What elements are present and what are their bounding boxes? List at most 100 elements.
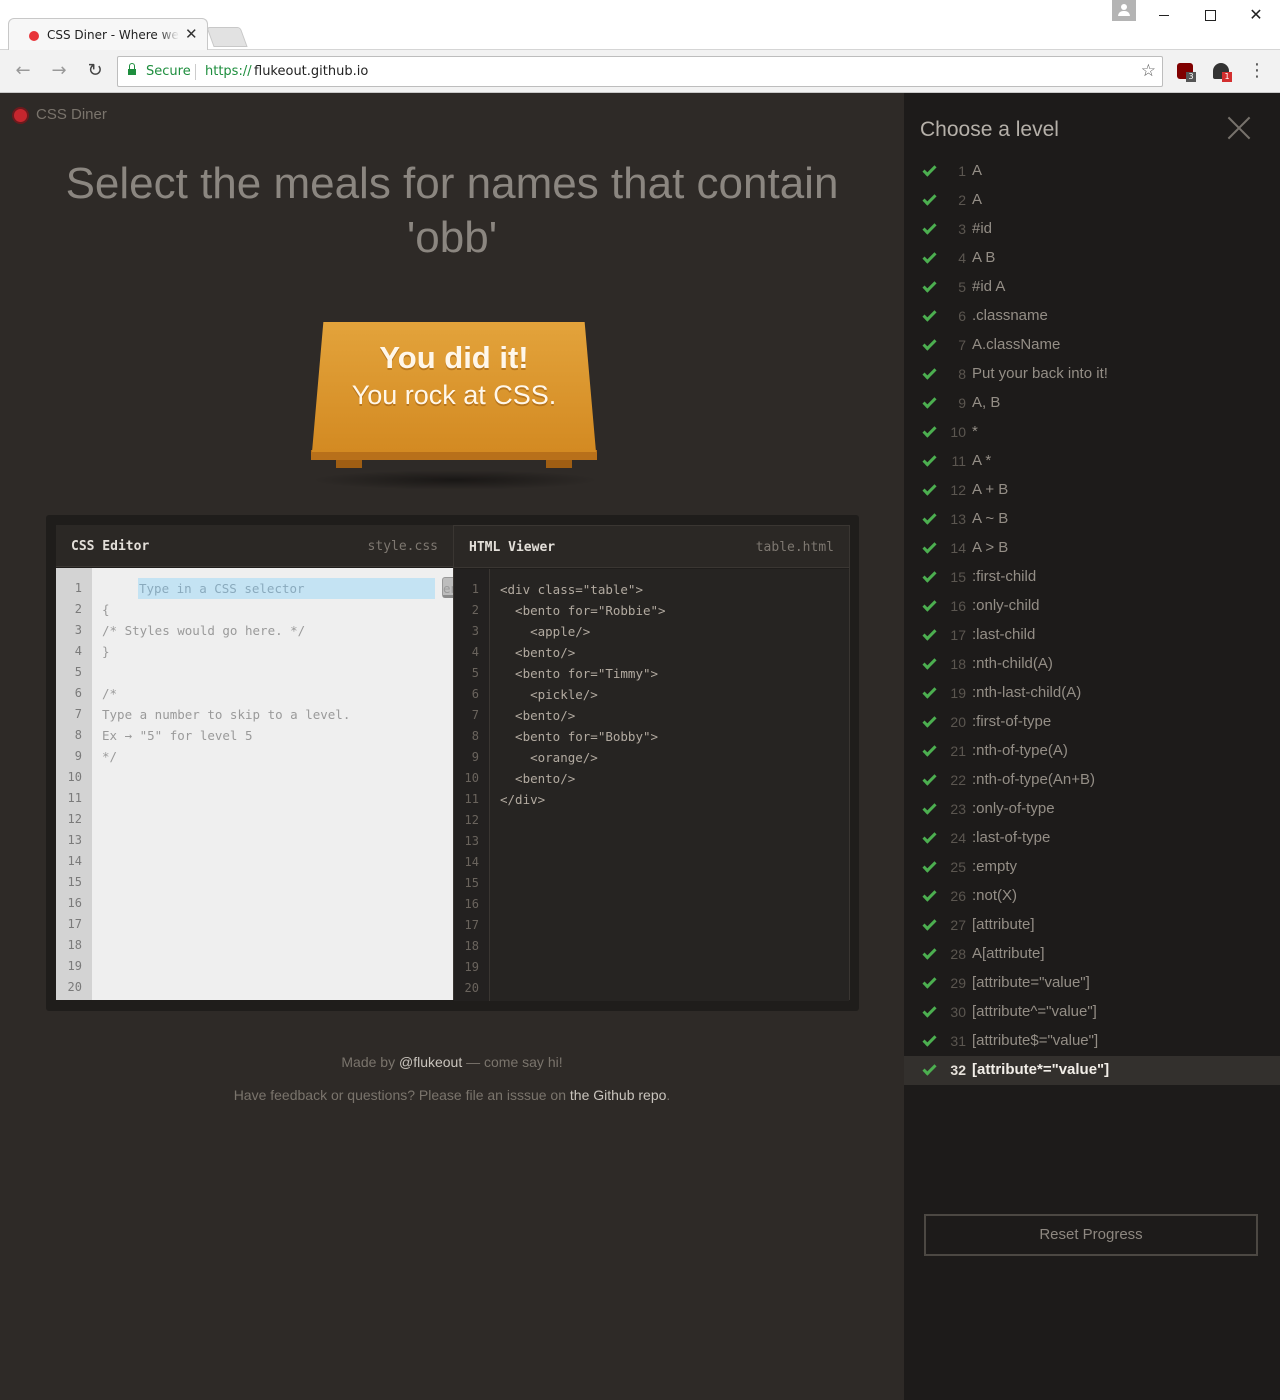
checkmark-icon (922, 162, 937, 177)
level-item-29[interactable]: 29 [attribute="value"] (904, 969, 1280, 998)
html-code-line: <bento for="Bobby"> (500, 729, 659, 744)
level-item-32[interactable]: 32 [attribute*="value"] (904, 1056, 1280, 1085)
github-repo-link[interactable]: the Github repo (570, 1087, 667, 1103)
level-item-18[interactable]: 18:nth-child(A) (904, 650, 1280, 679)
html-line-number: 18 (464, 939, 479, 953)
css-line-number: 9 (74, 749, 82, 763)
level-item-1[interactable]: 1A (904, 157, 1280, 186)
css-code-line: */ (102, 749, 118, 764)
window-maximize-button[interactable] (1196, 4, 1224, 26)
level-item-28[interactable]: 28 A[attribute] (904, 940, 1280, 969)
css-code-line: /* Styles would go here. */ (102, 623, 306, 638)
level-name: [attribute$="value"] (972, 1032, 1099, 1049)
level-number: 15 (950, 569, 966, 585)
checkmark-icon (922, 1032, 937, 1047)
reset-progress-button[interactable]: Reset Progress (924, 1214, 1258, 1256)
level-item-22[interactable]: 22:nth-of-type(An+B) (904, 766, 1280, 795)
ghostery-extension-icon[interactable]: 1 (1213, 63, 1232, 82)
level-item-25[interactable]: 25:empty (904, 853, 1280, 882)
level-name: A ~ B (972, 510, 1009, 527)
level-item-21[interactable]: 21:nth-of-type(A) (904, 737, 1280, 766)
address-bar[interactable]: Secure https:// flukeout.github.io ☆ (117, 56, 1163, 87)
flukeout-link[interactable]: @flukeout (399, 1054, 462, 1070)
level-item-17[interactable]: 17:last-child (904, 621, 1280, 650)
secure-label: Secure (146, 64, 191, 79)
level-item-16[interactable]: 16:only-child (904, 592, 1280, 621)
ublock-extension-icon[interactable]: 3 (1177, 63, 1196, 82)
css-line-number: 4 (74, 644, 82, 658)
checkmark-icon (922, 568, 937, 583)
level-item-26[interactable]: 26:not(X) (904, 882, 1280, 911)
level-name: Put your back into it! (972, 365, 1108, 382)
css-line-number: 7 (74, 707, 82, 721)
level-item-12[interactable]: 12 A + B (904, 476, 1280, 505)
level-name: .classname (972, 307, 1048, 324)
css-line-number: 8 (74, 728, 82, 742)
html-line-number: 10 (464, 771, 479, 785)
checkmark-icon (922, 713, 937, 728)
level-item-9[interactable]: 9 A, B (904, 389, 1280, 418)
level-name: #id (972, 220, 993, 237)
level-item-7[interactable]: 7 A.className (904, 331, 1280, 360)
made-by-prefix: Made by (341, 1054, 399, 1070)
checkmark-icon (922, 510, 937, 525)
new-tab-button[interactable] (206, 27, 248, 47)
level-item-10[interactable]: 10 * (904, 418, 1280, 447)
level-number: 32 (950, 1062, 966, 1078)
checkmark-icon (922, 916, 937, 931)
level-item-15[interactable]: 15 :first-child (904, 563, 1280, 592)
level-number: 25 (950, 859, 966, 875)
css-code-line (102, 662, 453, 683)
level-item-8[interactable]: 8 Put your back into it! (904, 360, 1280, 389)
level-item-19[interactable]: 19:nth-last-child(A) (904, 679, 1280, 708)
feedback-line: Have feedback or questions? Please file … (0, 1079, 904, 1112)
level-name: :only-of-type (972, 800, 1055, 817)
level-item-6[interactable]: 6 .classname (904, 302, 1280, 331)
level-item-24[interactable]: 24:last-of-type (904, 824, 1280, 853)
level-item-5[interactable]: 5 #id A (904, 273, 1280, 302)
css-line-number: 20 (67, 980, 82, 994)
level-number: 5 (958, 279, 966, 295)
level-number: 3 (958, 221, 966, 237)
level-number: 22 (950, 772, 966, 788)
browser-tab[interactable]: CSS Diner - Where we feed you CSS ✕ (8, 18, 208, 51)
level-item-3[interactable]: 3 #id (904, 215, 1280, 244)
html-code-line: <bento for="Robbie"> (500, 603, 666, 618)
html-code-line (500, 810, 849, 831)
browser-menu-icon[interactable]: ⋮ (1248, 59, 1266, 83)
level-item-23[interactable]: 23:only-of-type (904, 795, 1280, 824)
bookmark-star-icon[interactable]: ☆ (1141, 61, 1156, 81)
checkmark-icon (922, 481, 937, 496)
level-number: 17 (950, 627, 966, 643)
level-name: A, B (972, 394, 1001, 411)
level-item-14[interactable]: 14 A > B (904, 534, 1280, 563)
level-number: 20 (950, 714, 966, 730)
css-line-number: 19 (67, 959, 82, 973)
level-item-31[interactable]: 31 [attribute$="value"] (904, 1027, 1280, 1056)
level-name: :first-child (972, 568, 1037, 585)
forward-arrow-icon[interactable]: → (48, 60, 70, 82)
level-item-4[interactable]: 4 A B (904, 244, 1280, 273)
tab-close-icon[interactable]: ✕ (185, 25, 198, 43)
sidebar-close-icon[interactable] (1226, 115, 1252, 141)
back-arrow-icon[interactable]: ← (12, 60, 34, 82)
html-code-line (500, 894, 849, 915)
reload-icon[interactable]: ↻ (84, 60, 106, 82)
level-item-11[interactable]: 11 A * (904, 447, 1280, 476)
css-selector-input[interactable] (138, 578, 435, 599)
level-item-20[interactable]: 20:first-of-type (904, 708, 1280, 737)
profile-icon[interactable] (1112, 0, 1136, 21)
window-close-button[interactable]: ✕ (1242, 4, 1270, 26)
level-item-30[interactable]: 30 [attribute^="value"] (904, 998, 1280, 1027)
css-line-number: 6 (74, 686, 82, 700)
level-item-27[interactable]: 27 [attribute] (904, 911, 1280, 940)
level-item-13[interactable]: 13 A ~ B (904, 505, 1280, 534)
html-line-number: 19 (464, 960, 479, 974)
level-number: 24 (950, 830, 966, 846)
level-item-2[interactable]: 2A (904, 186, 1280, 215)
css-line-number: 11 (67, 791, 82, 805)
made-by-line: Made by @flukeout — come say hi! (0, 1046, 904, 1079)
window-minimize-button[interactable] (1150, 4, 1178, 26)
win-title: You did it! (379, 340, 529, 375)
level-number: 18 (950, 656, 966, 672)
